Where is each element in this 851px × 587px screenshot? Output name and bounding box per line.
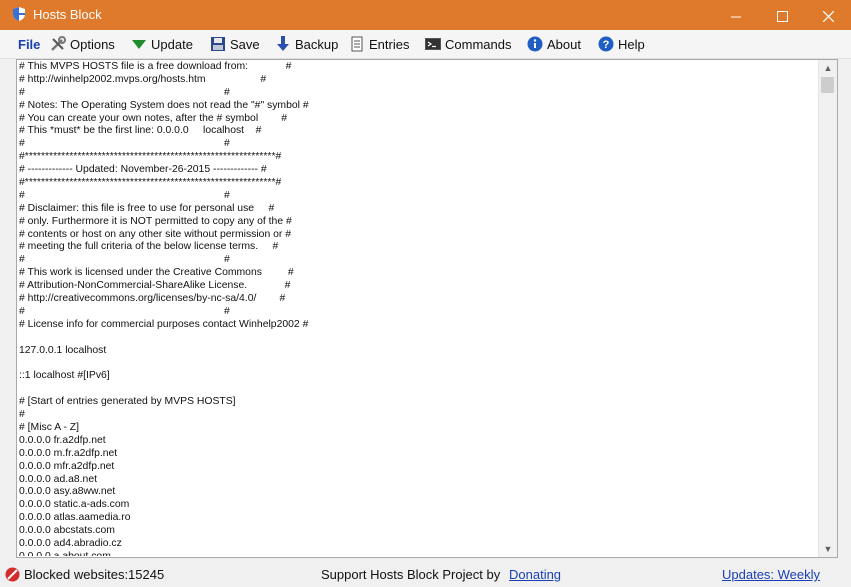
hosts-line: # This MVPS HOSTS file is a free downloa… xyxy=(19,61,292,72)
floppy-disk-icon xyxy=(211,37,225,51)
close-button[interactable] xyxy=(805,0,851,30)
file-menu[interactable]: File xyxy=(18,35,40,53)
svg-text:?: ? xyxy=(603,39,610,51)
title-bar: Hosts Block xyxy=(0,0,851,30)
hosts-line: # http://winhelp2002.mvps.org/hosts.htm … xyxy=(19,73,267,85)
hosts-line: # This *must* be the first line: 0.0.0.0… xyxy=(19,125,262,137)
hosts-line: # # xyxy=(19,86,230,98)
hosts-line: # http://creativecommons.org/licenses/by… xyxy=(19,293,286,305)
hosts-line: 127.0.0.1 localhost xyxy=(19,344,107,356)
close-icon xyxy=(822,10,834,23)
hosts-line: # # xyxy=(19,189,230,201)
vertical-scrollbar[interactable]: ▲ ▼ xyxy=(818,60,837,557)
help-label: Help xyxy=(618,36,645,52)
down-arrow-icon xyxy=(132,40,146,49)
save-button[interactable]: Save xyxy=(210,35,260,53)
hosts-text-editor[interactable]: # This MVPS HOSTS file is a free downloa… xyxy=(16,59,838,558)
toolbar: File Options Update Save Backup Entries … xyxy=(0,30,851,59)
hosts-line: # Notes: The Operating System does not r… xyxy=(19,99,309,111)
hosts-line: # # xyxy=(19,305,230,317)
entries-button[interactable]: Entries xyxy=(349,35,409,53)
console-icon xyxy=(425,38,441,50)
update-label: Update xyxy=(151,36,193,52)
scroll-up-icon[interactable]: ▲ xyxy=(819,60,837,76)
update-button[interactable]: Update xyxy=(131,35,193,53)
hosts-line: 0.0.0.0 a.about.com xyxy=(19,551,817,556)
hosts-line xyxy=(19,357,817,370)
hosts-line: 0.0.0.0 m.fr.a2dfp.net xyxy=(19,447,118,459)
commands-label: Commands xyxy=(445,36,512,52)
options-button[interactable]: Options xyxy=(50,35,115,53)
hosts-line: 0.0.0.0 static.a-ads.com xyxy=(19,499,130,511)
hosts-line: # You can create your own notes, after t… xyxy=(19,112,288,124)
hosts-line: ::1 localhost #[IPv6] xyxy=(19,370,110,382)
maximize-icon xyxy=(776,10,788,22)
editor-content[interactable]: # This MVPS HOSTS file is a free downloa… xyxy=(19,61,817,556)
hosts-line: # xyxy=(19,409,25,421)
hosts-line xyxy=(19,383,817,396)
save-label: Save xyxy=(230,36,260,52)
help-button[interactable]: ? Help xyxy=(598,35,645,53)
hosts-line: # # xyxy=(19,254,230,266)
backup-button[interactable]: Backup xyxy=(275,35,338,53)
hosts-line xyxy=(19,332,817,345)
backup-label: Backup xyxy=(295,36,339,52)
hosts-line: 0.0.0.0 asy.a8ww.net xyxy=(19,486,116,498)
hosts-line: 0.0.0.0 atlas.aamedia.ro xyxy=(19,512,131,524)
hosts-line: # ------------- Updated: November-26-201… xyxy=(19,164,267,176)
updates-link[interactable]: Updates: Weekly xyxy=(722,567,820,582)
hosts-line: 0.0.0.0 ad.a8.net xyxy=(19,473,97,485)
minimize-button[interactable] xyxy=(713,0,759,30)
donating-link[interactable]: Donating xyxy=(509,567,561,582)
shield-icon xyxy=(13,7,25,21)
help-icon: ? xyxy=(598,36,614,52)
hosts-line: #***************************************… xyxy=(19,151,282,163)
hosts-line: # This work is licensed under the Creati… xyxy=(19,267,294,279)
status-bar: Blocked websites:15245 Support Hosts Blo… xyxy=(0,563,851,587)
hosts-line: # License info for commercial purposes c… xyxy=(19,318,309,330)
hosts-line: # Disclaimer: this file is free to use f… xyxy=(19,202,275,214)
hosts-line: 0.0.0.0 mfr.a2dfp.net xyxy=(19,460,115,472)
blocked-icon xyxy=(5,566,20,582)
document-icon xyxy=(351,36,363,52)
hosts-line: #***************************************… xyxy=(19,177,282,189)
scrollbar-thumb[interactable] xyxy=(821,77,834,93)
blocked-count: Blocked websites:15245 xyxy=(24,567,165,582)
options-label: Options xyxy=(70,36,115,52)
hosts-line: 0.0.0.0 abcstats.com xyxy=(19,525,115,537)
support-text: Support Hosts Block Project by xyxy=(321,567,501,582)
hosts-line: # # xyxy=(19,138,230,150)
hosts-line: 0.0.0.0 ad4.abradio.cz xyxy=(19,537,122,549)
about-label: About xyxy=(547,36,581,52)
window-title: Hosts Block xyxy=(33,7,102,22)
scroll-down-icon[interactable]: ▼ xyxy=(819,541,837,557)
hosts-line: # contents or host on any other site wit… xyxy=(19,228,292,240)
backup-arrow-icon xyxy=(277,36,289,51)
minimize-icon xyxy=(730,16,741,18)
hosts-line: # meeting the full criteria of the below… xyxy=(19,241,279,253)
tools-icon xyxy=(51,36,66,51)
about-button[interactable]: About xyxy=(527,35,581,53)
hosts-line: 0.0.0.0 fr.a2dfp.net xyxy=(19,434,106,446)
hosts-line: # only. Furthermore it is NOT permitted … xyxy=(19,215,292,227)
maximize-button[interactable] xyxy=(759,0,805,30)
commands-button[interactable]: Commands xyxy=(425,35,511,53)
hosts-line: # [Start of entries generated by MVPS HO… xyxy=(19,396,236,408)
entries-label: Entries xyxy=(369,36,410,52)
hosts-line: # Attribution-NonCommercial-ShareAlike L… xyxy=(19,280,291,292)
info-icon xyxy=(527,36,543,52)
hosts-line: # [Misc A - Z] xyxy=(19,421,80,433)
